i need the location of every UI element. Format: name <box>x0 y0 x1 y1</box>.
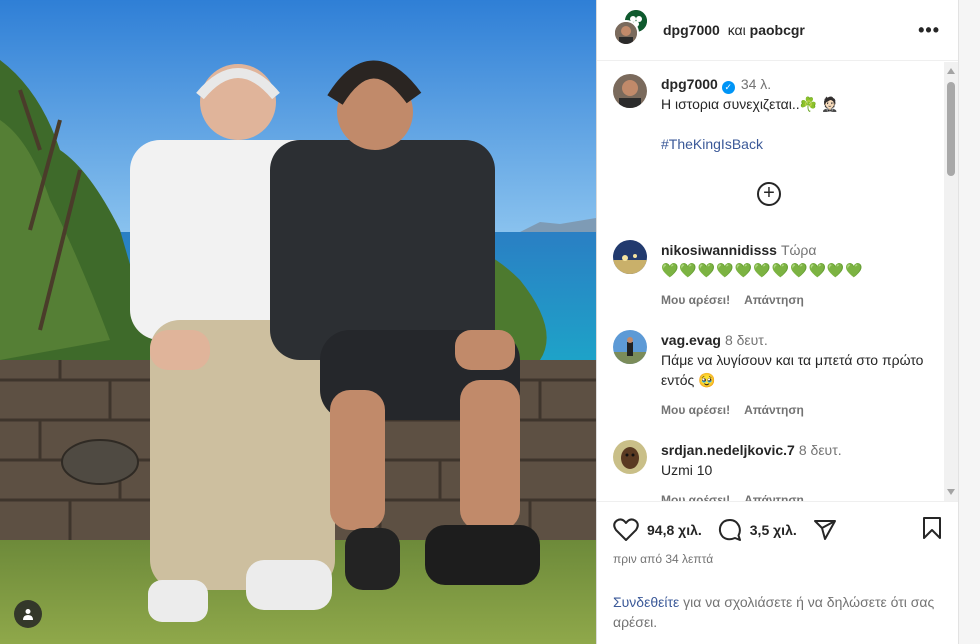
like-button[interactable]: 94,8 χιλ. <box>613 518 702 542</box>
comment-button[interactable]: 3,5 χιλ. <box>718 518 797 542</box>
scroll-up-arrow-icon[interactable] <box>947 68 955 74</box>
heart-icon <box>613 518 639 541</box>
post-authors: dpg7000 και paobcgr <box>663 22 914 38</box>
scrollbar-thumb[interactable] <box>947 82 955 176</box>
avatar[interactable] <box>613 440 647 474</box>
profile-photo <box>615 22 637 44</box>
comment-text: Πάμε να λυγίσουν και τα μπετά στο πρώτο … <box>661 352 924 388</box>
hashtag-link[interactable]: #TheKingIsBack <box>661 134 929 154</box>
post-actions: 94,8 χιλ. 3,5 χιλ. πριν από 34 λεπτά <box>597 501 959 566</box>
profile-photo <box>613 440 647 474</box>
comments-count: 3,5 χιλ. <box>749 522 797 538</box>
share-button[interactable] <box>813 518 845 542</box>
login-link[interactable]: Συνδεθείτε <box>613 594 679 610</box>
caption-username[interactable]: dpg7000 <box>661 76 718 92</box>
verified-badge-icon: ✓ <box>721 81 735 94</box>
comment-text: Uzmi 10 <box>661 462 713 478</box>
comment-time: 8 δευτ. <box>798 442 842 458</box>
comment-username[interactable]: srdjan.nedeljkovic.7 <box>661 442 795 458</box>
share-icon <box>813 520 836 540</box>
comment-item: srdjan.nedeljkovic.7 8 δευτ. Uzmi 10 Μου … <box>613 440 929 501</box>
page-edge <box>958 0 980 644</box>
reply-button[interactable]: Απάντηση <box>744 403 804 417</box>
avatar[interactable] <box>613 240 647 274</box>
like-comment-button[interactable]: Μου αρέσει! <box>661 403 730 417</box>
avatar[interactable] <box>613 330 647 364</box>
scroll-down-arrow-icon[interactable] <box>947 489 955 495</box>
post-photo[interactable] <box>0 0 596 644</box>
comment-username[interactable]: vag.evag <box>661 332 721 348</box>
reply-button[interactable]: Απάντηση <box>744 293 804 307</box>
authors-conjunction: και <box>727 22 746 38</box>
caption: dpg7000 ✓ 34 λ. Η ιστορια συνεχιζεται..☘️ … <box>613 74 929 154</box>
caption-text: Η ιστορια συνεχιζεται..☘️ 🤵🏻 <box>661 96 839 112</box>
profile-photo <box>613 240 647 274</box>
more-options-icon[interactable]: ••• <box>914 20 944 41</box>
like-comment-button[interactable]: Μου αρέσει! <box>661 493 730 501</box>
profile-photo <box>613 330 647 364</box>
comment-time: Τώρα <box>780 242 817 258</box>
author-link-dpg7000[interactable]: dpg7000 <box>663 22 720 38</box>
comment-time: 8 δευτ. <box>724 332 768 348</box>
post-sidebar: dpg7000 και paobcgr ••• dpg7000 ✓ 34 λ. Η … <box>596 0 959 644</box>
comments-scrollbar[interactable] <box>944 62 958 501</box>
comment-text: 💚💚💚💚💚💚💚💚💚💚💚 <box>661 262 864 278</box>
comment-item: vag.evag 8 δευτ. Πάμε να λυγίσουν και τα … <box>613 330 929 420</box>
save-button[interactable] <box>921 516 943 545</box>
avatar[interactable] <box>613 74 647 108</box>
comment-username[interactable]: nikosiwannidisss <box>661 242 777 258</box>
comment-item: nikosiwannidisss Τώρα 💚💚💚💚💚💚💚💚💚💚💚 Μου αρέ… <box>613 240 929 310</box>
avatar-dpg7000[interactable] <box>613 20 639 46</box>
user-icon <box>23 609 33 620</box>
post-timestamp: πριν από 34 λεπτά <box>613 552 714 566</box>
caption-time: 34 λ. <box>740 76 772 92</box>
post-image <box>0 0 596 644</box>
likes-count: 94,8 χιλ. <box>647 522 702 538</box>
tagged-users-button[interactable] <box>14 600 42 628</box>
bookmark-icon <box>923 516 941 539</box>
like-comment-button[interactable]: Μου αρέσει! <box>661 293 730 307</box>
collab-avatars[interactable] <box>613 8 649 46</box>
comment-icon <box>718 519 741 541</box>
login-prompt: Συνδεθείτε για να σχολιάσετε ή να δηλώσε… <box>613 592 943 632</box>
author-link-paobcgr[interactable]: paobcgr <box>750 22 805 38</box>
post-header: dpg7000 και paobcgr ••• <box>597 0 958 61</box>
profile-photo <box>613 74 647 108</box>
comments-list[interactable]: dpg7000 ✓ 34 λ. Η ιστορια συνεχιζεται..☘️ … <box>597 62 945 501</box>
reply-button[interactable]: Απάντηση <box>744 493 804 501</box>
load-more-comments-button[interactable]: + <box>757 182 781 206</box>
